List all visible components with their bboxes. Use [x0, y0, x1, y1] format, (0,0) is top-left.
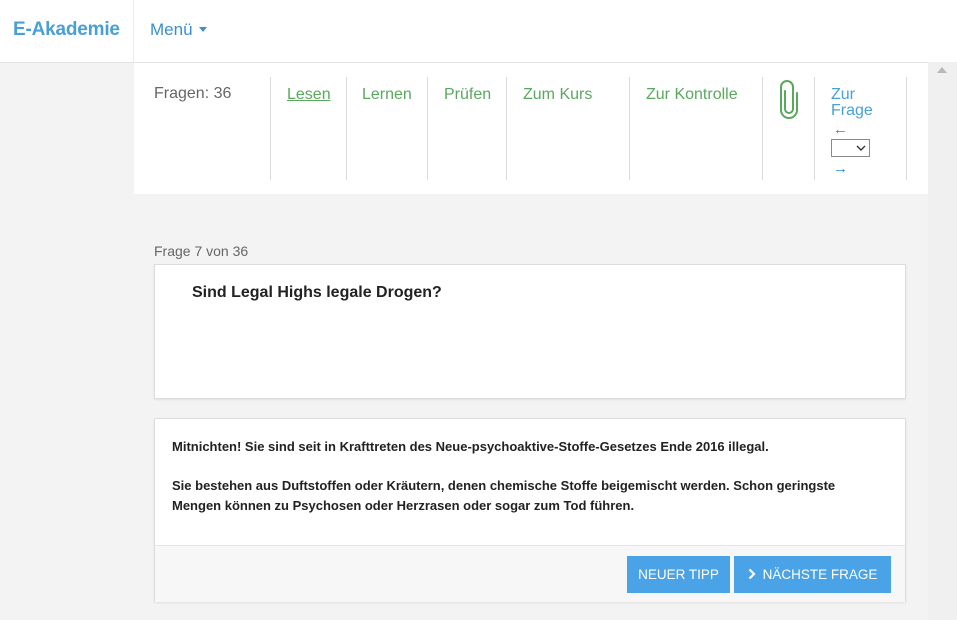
answer-footer: NEUER TIPP NÄCHSTE FRAGE — [155, 545, 905, 602]
toolbar-divider — [814, 77, 815, 180]
menu-label: Menü — [150, 20, 193, 39]
toolbar-divider — [762, 77, 763, 180]
toolbar-divider — [346, 77, 347, 180]
paperclip-icon[interactable] — [780, 79, 798, 124]
goto-question-label: Zur Frage — [831, 87, 873, 119]
answer-paragraph-1: Mitnichten! Sie sind seit in Krafttreten… — [172, 439, 769, 454]
toolbar-divider — [906, 77, 907, 180]
toolbar-divider — [629, 77, 630, 180]
navbar-divider — [133, 0, 134, 62]
next-question-label: NÄCHSTE FRAGE — [762, 567, 878, 582]
tab-lernen[interactable]: Lernen — [362, 86, 412, 104]
next-question-button[interactable]: NÄCHSTE FRAGE — [734, 556, 891, 593]
goto-label-line2: Frage — [831, 102, 873, 119]
chevron-right-icon — [748, 568, 756, 580]
question-text: Sind Legal Highs legale Drogen? — [192, 284, 442, 301]
tab-lesen[interactable]: Lesen — [287, 86, 331, 104]
chevron-down-icon — [856, 145, 866, 151]
question-count: Fragen: 36 — [154, 85, 232, 102]
top-navbar: E-Akademie Menü — [0, 0, 957, 63]
question-progress: Frage 7 von 36 — [154, 243, 249, 259]
question-select[interactable] — [831, 139, 870, 157]
goto-label-line1: Zur — [831, 86, 855, 103]
vertical-scrollbar[interactable] — [928, 62, 957, 620]
new-tip-label: NEUER TIPP — [638, 567, 719, 582]
answer-card: Mitnichten! Sie sind seit in Krafttreten… — [154, 418, 906, 602]
caret-down-icon — [198, 27, 207, 32]
toolbar-divider — [506, 77, 507, 180]
link-zum-kurs[interactable]: Zum Kurs — [523, 86, 592, 104]
arrow-right-icon[interactable]: → — [833, 160, 848, 177]
menu-dropdown[interactable]: Menü — [150, 20, 207, 40]
question-toolbar: Fragen: 36 Lesen Lernen Prüfen Zum Kurs … — [134, 63, 928, 194]
arrow-left-icon[interactable]: ← — [833, 121, 848, 138]
link-zur-kontrolle[interactable]: Zur Kontrolle — [646, 86, 738, 104]
answer-paragraph-2: Sie bestehen aus Duftstoffen oder Kräute… — [172, 478, 836, 513]
question-card: Sind Legal Highs legale Drogen? — [154, 264, 906, 399]
tab-pruefen[interactable]: Prüfen — [444, 86, 491, 104]
brand-logo[interactable]: E-Akademie — [13, 19, 120, 41]
scroll-up-arrow-icon[interactable] — [937, 67, 947, 73]
toolbar-divider — [427, 77, 428, 180]
toolbar-divider — [270, 77, 271, 180]
new-tip-button[interactable]: NEUER TIPP — [627, 556, 730, 593]
